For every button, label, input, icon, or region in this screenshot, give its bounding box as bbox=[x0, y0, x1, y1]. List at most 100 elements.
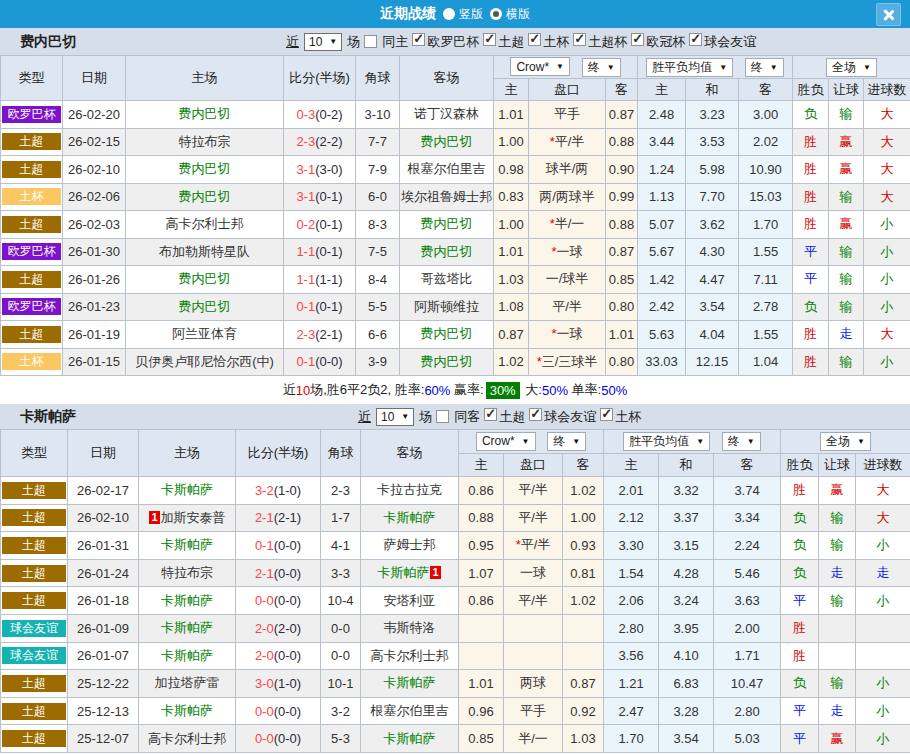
same-venue-checkbox[interactable] bbox=[436, 410, 449, 423]
match-row: 土超26-01-18卡斯帕萨0-0(0-0)10-4安塔利亚0.86平/半1.0… bbox=[1, 587, 910, 615]
odds-home-cell bbox=[459, 642, 504, 670]
scope-select[interactable]: 全场▼ bbox=[820, 432, 871, 451]
radio-vertical[interactable] bbox=[443, 8, 455, 20]
team-name: 卡斯帕萨 bbox=[161, 703, 213, 718]
handicap-result-cell: 赢 bbox=[829, 211, 864, 239]
goals-cell: 大 bbox=[864, 321, 910, 349]
match-row: 土超25-12-07高卡尔利士邦0-0(0-0)5-3卡斯帕萨0.85半/一1.… bbox=[1, 725, 910, 753]
team-cell: 阿斯顿维拉 bbox=[400, 293, 494, 321]
scope-select[interactable]: 全场▼ bbox=[826, 58, 877, 77]
team-name: 卡斯帕萨 bbox=[384, 675, 436, 690]
match-row: 土超26-02-101加斯安泰普2-1(2-1)1-7卡斯帕萨0.88平/半1.… bbox=[1, 504, 910, 532]
league-checkbox[interactable] bbox=[484, 408, 497, 421]
recent-label[interactable]: 近 bbox=[358, 408, 371, 426]
mean-away-cell: 2.00 bbox=[714, 614, 781, 642]
odds-final-select[interactable]: 终▼ bbox=[582, 58, 621, 77]
halftime-score: (2-1) bbox=[274, 510, 301, 525]
mean-final-select[interactable]: 终▼ bbox=[722, 432, 761, 451]
corner-cell: 4-1 bbox=[321, 532, 361, 560]
team-cell: 卡斯帕萨 bbox=[139, 642, 236, 670]
league-checkbox[interactable] bbox=[600, 408, 613, 421]
league-chip: 土超 bbox=[2, 326, 61, 343]
odds-final-select[interactable]: 终▼ bbox=[547, 432, 586, 451]
league-chip: 土杯 bbox=[2, 188, 61, 205]
handicap-cell: 平/半 bbox=[504, 587, 563, 615]
team-cell: 诺丁汉森林 bbox=[400, 101, 494, 129]
result-group: 全场▼ bbox=[781, 430, 910, 454]
same-venue-checkbox[interactable] bbox=[364, 35, 377, 48]
team-cell: 卡斯帕萨 bbox=[139, 614, 236, 642]
mean-source-select[interactable]: 胜平负均值▼ bbox=[646, 58, 733, 77]
handicap-cell: 平/半 bbox=[529, 293, 606, 321]
fulltime-score: 3-1 bbox=[296, 189, 315, 204]
same-venue-label: 同客 bbox=[454, 408, 480, 426]
handicap-cell: 一/球半 bbox=[529, 266, 606, 294]
league-checkbox[interactable] bbox=[573, 33, 586, 46]
goals-cell: 大 bbox=[864, 128, 910, 156]
league-checkbox[interactable] bbox=[528, 33, 541, 46]
halftime-score: (2-0) bbox=[274, 621, 301, 636]
score-cell: 3-0(1-0) bbox=[236, 670, 321, 698]
goals-cell: 小 bbox=[856, 725, 910, 753]
handicap-text: 平/半 bbox=[521, 537, 551, 552]
recent-label[interactable]: 近 bbox=[286, 33, 299, 51]
team-name: 安塔利亚 bbox=[384, 593, 436, 608]
section-header-team2: 卡斯帕萨 近 10▼ 场 同客 土超球会友谊土杯 bbox=[0, 404, 910, 429]
mean-draw-cell: 7.70 bbox=[686, 183, 739, 211]
mean-home-cell: 3.44 bbox=[638, 128, 686, 156]
summary-segment: 10 bbox=[296, 383, 310, 398]
corner-cell: 3-9 bbox=[356, 348, 400, 376]
corner-cell: 10-4 bbox=[321, 587, 361, 615]
goals-cell bbox=[856, 642, 910, 670]
mean-draw-cell: 3.23 bbox=[686, 101, 739, 129]
team-name: 加斯安泰普 bbox=[161, 510, 226, 525]
handicap-result-cell: 输 bbox=[829, 266, 864, 294]
mean-final-select[interactable]: 终▼ bbox=[745, 58, 784, 77]
handicap-cell: *平/半 bbox=[504, 532, 563, 560]
odds-source-select[interactable]: Crow*▼ bbox=[476, 432, 536, 451]
league-checkbox[interactable] bbox=[631, 33, 644, 46]
mean-draw-cell: 3.53 bbox=[686, 128, 739, 156]
radio-horizontal[interactable] bbox=[490, 8, 502, 20]
match-count-select[interactable]: 10▼ bbox=[304, 33, 342, 51]
mean-away-cell: 3.74 bbox=[714, 477, 781, 505]
league-cell: 欧罗巴杯 bbox=[1, 293, 63, 321]
team-name: 加拉塔萨雷 bbox=[155, 675, 220, 690]
odds-source-select[interactable]: Crow*▼ bbox=[510, 57, 570, 76]
corner-cell: 5-3 bbox=[321, 725, 361, 753]
league-checkbox[interactable] bbox=[483, 33, 496, 46]
league-checkbox-label: 球会友谊 bbox=[544, 409, 596, 424]
handicap-cell: *半/一 bbox=[529, 211, 606, 239]
goals-cell: 小 bbox=[864, 211, 910, 239]
mean-away-cell: 1.70 bbox=[739, 211, 793, 239]
result-group: 全场▼ bbox=[793, 56, 910, 79]
match-row: 土超26-01-26费内巴切1-1(1-1)8-4哥兹塔比1.03一/球半0.8… bbox=[1, 266, 910, 294]
mean-draw-cell: 5.98 bbox=[686, 156, 739, 184]
league-cell: 球会友谊 bbox=[1, 642, 68, 670]
handicap-result-cell: 走 bbox=[819, 697, 856, 725]
outcome-cell: 胜 bbox=[793, 128, 829, 156]
team-cell: 费内巴切 bbox=[400, 211, 494, 239]
mean-source-select[interactable]: 胜平负均值▼ bbox=[623, 432, 710, 451]
radio-horizontal-label[interactable]: 横版 bbox=[506, 6, 530, 23]
odds-home-cell: 0.83 bbox=[494, 183, 529, 211]
odds-away-cell: 0.88 bbox=[606, 211, 638, 239]
col-corner: 角球 bbox=[321, 430, 361, 477]
league-checkbox[interactable] bbox=[412, 33, 425, 46]
radio-vertical-label[interactable]: 竖版 bbox=[459, 6, 483, 23]
col-odds-home: 主 bbox=[494, 79, 529, 101]
handicap-cell: 球半/两 bbox=[529, 156, 606, 184]
halftime-score: (2-1) bbox=[315, 327, 342, 342]
league-checkbox[interactable] bbox=[689, 33, 702, 46]
match-count-select[interactable]: 10▼ bbox=[376, 408, 414, 426]
league-chip: 土超 bbox=[2, 537, 66, 554]
outcome-cell: 胜 bbox=[781, 614, 819, 642]
league-cell: 土超 bbox=[1, 532, 68, 560]
corner-cell: 0-0 bbox=[321, 614, 361, 642]
league-checkbox[interactable] bbox=[529, 408, 542, 421]
score-cell: 2-0(2-0) bbox=[236, 614, 321, 642]
odds-home-cell: 0.96 bbox=[459, 697, 504, 725]
close-button[interactable] bbox=[876, 3, 901, 26]
fulltime-score: 2-0 bbox=[255, 621, 274, 636]
halftime-score: (1-1) bbox=[315, 272, 342, 287]
